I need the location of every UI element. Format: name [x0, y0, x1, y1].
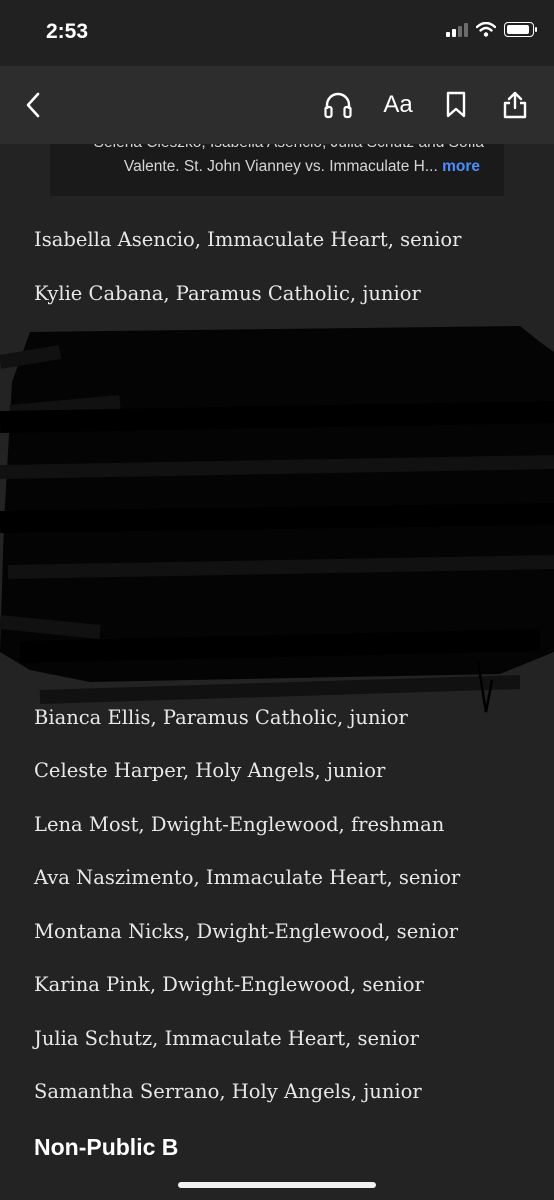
- list-item: Karina Pink, Dwight-Englewood, senior: [34, 973, 424, 996]
- caption-more-link[interactable]: more: [442, 158, 480, 175]
- list-item: Julia Schutz, Immaculate Heart, senior: [34, 1027, 419, 1050]
- bookmark-button[interactable]: [437, 86, 475, 124]
- text-size-label: Aa: [383, 91, 413, 118]
- photo-caption: Selena Cieszko, Isabella Asencio, Julia …: [50, 144, 504, 196]
- cellular-signal-icon: [446, 22, 468, 37]
- back-button[interactable]: [14, 86, 52, 124]
- redaction-scribble: [0, 326, 554, 713]
- list-item: Ava Naszimento, Immaculate Heart, senior: [34, 866, 461, 889]
- status-bar: 2:53: [0, 0, 554, 66]
- home-indicator[interactable]: [178, 1182, 376, 1188]
- status-time: 2:53: [46, 20, 89, 43]
- wifi-icon: [476, 22, 496, 37]
- list-item: Isabella Asencio, Immaculate Heart, seni…: [34, 228, 462, 251]
- list-item: Lena Most, Dwight-Englewood, freshman: [34, 813, 445, 836]
- headphones-icon: [324, 92, 352, 119]
- status-icons: [446, 22, 537, 37]
- article-toolbar: Aa: [0, 66, 554, 144]
- chevron-left-icon: [26, 92, 40, 118]
- list-item: Bianca Ellis, Paramus Catholic, junior: [34, 706, 408, 729]
- section-heading: Non-Public B: [34, 1134, 179, 1160]
- bookmark-icon: [446, 91, 466, 118]
- share-button[interactable]: [496, 86, 534, 124]
- caption-line-2: Valente. St. John Vianney vs. Immaculate…: [124, 158, 480, 176]
- caption-line-1: Selena Cieszko, Isabella Asencio, Julia …: [94, 144, 484, 152]
- text-size-button[interactable]: Aa: [379, 86, 417, 124]
- caption-text: Valente. St. John Vianney vs. Immaculate…: [123, 158, 438, 175]
- list-item: Samantha Serrano, Holy Angels, junior: [34, 1080, 422, 1103]
- list-item: Montana Nicks, Dwight-Englewood, senior: [34, 920, 459, 943]
- battery-icon: [504, 22, 537, 37]
- listen-button[interactable]: [319, 86, 357, 124]
- share-icon: [503, 91, 527, 119]
- list-item: Kylie Cabana, Paramus Catholic, junior: [34, 282, 421, 305]
- list-item: Celeste Harper, Holy Angels, junior: [34, 759, 386, 782]
